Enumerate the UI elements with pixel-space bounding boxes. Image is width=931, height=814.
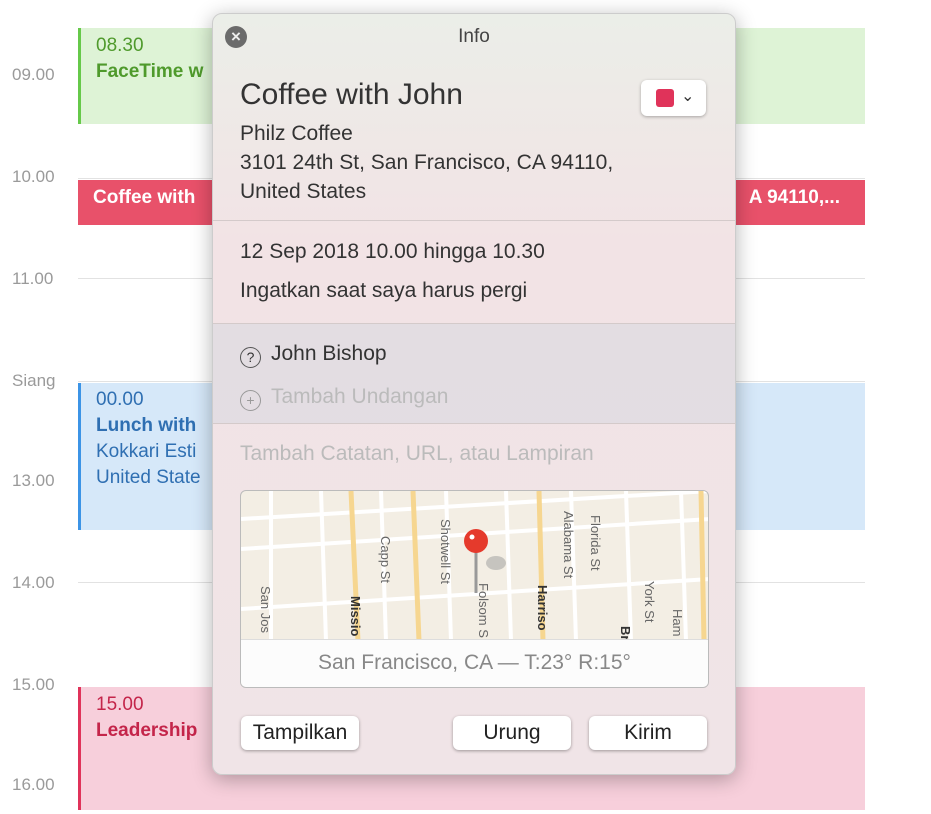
hour-label: 15.00 xyxy=(12,675,55,694)
event-datetime[interactable]: 12 Sep 2018 10.00 hingga 10.30 xyxy=(240,240,545,264)
hour-label: Siang xyxy=(12,371,56,390)
invitee-row[interactable]: ? John Bishop xyxy=(240,342,387,368)
divider xyxy=(213,423,735,424)
show-button[interactable]: Tampilkan xyxy=(241,716,359,750)
event-info-popover: × Info Coffee with John ⌄ Philz Coffee 3… xyxy=(212,13,736,775)
street-label: Capp St xyxy=(378,536,393,583)
notes-input[interactable]: Tambah Catatan, URL, atau Lampiran xyxy=(240,442,594,466)
location-address[interactable]: 3101 24th St, San Francisco, CA 94110, xyxy=(240,151,613,175)
street-label: Alabama St xyxy=(561,511,576,579)
color-swatch xyxy=(656,89,674,107)
event-title: Coffee with xyxy=(93,187,196,208)
send-button[interactable]: Kirim xyxy=(589,716,707,750)
hour-label: 10.00 xyxy=(12,167,55,186)
location-country[interactable]: United States xyxy=(240,180,366,204)
revert-button[interactable]: Urung xyxy=(453,716,571,750)
hour-label: 16.00 xyxy=(12,775,55,794)
street-label: San Jos xyxy=(258,586,273,633)
plus-icon: + xyxy=(240,390,261,411)
hour-label: 11.00 xyxy=(12,269,54,288)
divider xyxy=(213,220,735,221)
event-location: A 94110,... xyxy=(748,187,840,208)
street-label: Florida St xyxy=(588,515,603,571)
calendar-color-picker[interactable]: ⌄ xyxy=(641,80,706,116)
divider xyxy=(213,323,735,324)
chevron-down-icon: ⌄ xyxy=(681,88,695,105)
street-label: Folsom S xyxy=(476,583,491,638)
invitee-name: John Bishop xyxy=(271,342,387,365)
map-caption: San Francisco, CA — T:23° R:15° xyxy=(241,639,708,687)
hour-label: 14.00 xyxy=(12,573,55,592)
street-label: Missio xyxy=(348,596,363,637)
question-icon: ? xyxy=(240,347,261,368)
location-map[interactable]: San Jos Missio Capp St Shotwell St Folso… xyxy=(240,490,709,688)
popover-title: Info xyxy=(458,26,490,47)
add-invitee-label: Tambah Undangan xyxy=(271,385,449,408)
add-invitee[interactable]: + Tambah Undangan xyxy=(240,385,448,411)
hour-label: 09.00 xyxy=(12,65,55,84)
street-label: Shotwell St xyxy=(438,519,453,584)
hour-label: 13.00 xyxy=(12,471,55,490)
street-label: Ham xyxy=(670,609,685,636)
map-streets: San Jos Missio Capp St Shotwell St Folso… xyxy=(241,491,708,642)
street-label: Harriso xyxy=(535,585,550,631)
event-alert[interactable]: Ingatkan saat saya harus pergi xyxy=(240,279,527,303)
event-title-field[interactable]: Coffee with John xyxy=(240,78,463,112)
street-label: York St xyxy=(642,581,657,623)
location-name[interactable]: Philz Coffee xyxy=(240,122,353,146)
